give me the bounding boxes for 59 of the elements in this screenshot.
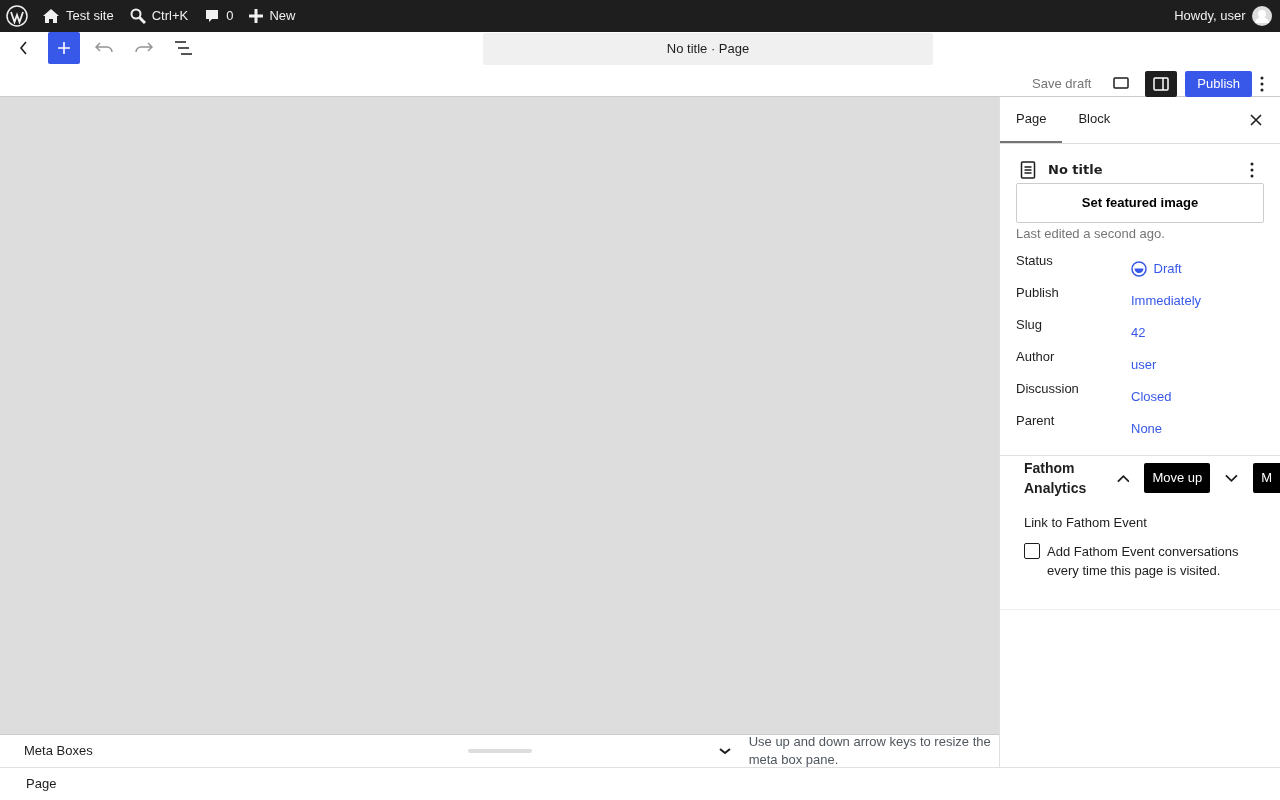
field-value-link[interactable]: user <box>1131 355 1157 375</box>
breadcrumb[interactable]: Page <box>26 773 57 794</box>
last-edited-text: Last edited a second ago. <box>1016 224 1166 243</box>
document-title-bar[interactable]: No title · Page <box>483 33 933 65</box>
search-shortcut[interactable]: Ctrl+K <box>151 6 189 26</box>
list-icon <box>174 41 194 55</box>
field-label: Slug <box>1016 316 1044 334</box>
chevron-up-icon[interactable] <box>1116 473 1130 483</box>
plus-icon <box>249 9 264 23</box>
field-value-link[interactable]: Immediately <box>1131 291 1202 311</box>
sidebar-icon <box>1153 77 1170 91</box>
comment-count[interactable]: 0 <box>226 6 234 26</box>
checkbox-label: Add Fathom Event conversations every time this page is visited. <box>1047 542 1240 580</box>
more-options-icon[interactable] <box>1250 161 1254 178</box>
more-options-icon[interactable] <box>1260 76 1264 92</box>
set-featured-image-button[interactable]: Set featured image <box>1016 182 1264 223</box>
field-label: Link to Fathom Event <box>1024 514 1148 532</box>
sidebar-tab[interactable]: Block <box>1062 97 1127 143</box>
field-label: Discussion <box>1016 380 1080 398</box>
chevron-left-icon <box>19 41 29 55</box>
field-value-link[interactable]: Closed <box>1131 387 1172 407</box>
field-label: Publish <box>1016 284 1060 302</box>
chevron-down-icon[interactable] <box>1225 473 1239 483</box>
tooltip: Move up <box>1144 463 1211 493</box>
page-title: No title <box>1048 161 1103 179</box>
new-link[interactable]: New <box>269 6 296 26</box>
tooltip: M <box>1253 463 1280 493</box>
meta-boxes-title: Meta Boxes <box>24 742 93 761</box>
meta-box-title: Fathom Analytics <box>1024 459 1088 498</box>
redo-icon <box>135 42 153 54</box>
sidebar-tab[interactable]: Page <box>1000 97 1063 143</box>
close-icon <box>1250 114 1262 126</box>
plus-icon <box>57 41 71 55</box>
home-icon <box>42 8 60 24</box>
draft-status-icon <box>1131 261 1147 277</box>
search-icon <box>129 8 146 24</box>
site-link[interactable]: Test site <box>66 6 114 26</box>
checkbox[interactable] <box>1024 542 1040 559</box>
resize-handle[interactable] <box>467 749 532 753</box>
wordpress-logo-icon[interactable] <box>6 5 28 27</box>
field-label: Parent <box>1016 412 1056 430</box>
field-value-link[interactable]: 42 <box>1131 323 1146 343</box>
document-title: No title · Page <box>666 40 750 59</box>
desktop-icon <box>1113 77 1130 91</box>
avatar-icon[interactable] <box>1252 6 1272 26</box>
field-label: Status <box>1016 252 1054 270</box>
add-block-button[interactable] <box>48 32 80 64</box>
resize-hint: Use up and down arrow keys to resize the meta box pane. <box>748 733 992 769</box>
comment-icon <box>204 8 221 24</box>
field-label: Author <box>1016 348 1056 366</box>
field-value-link[interactable]: Draft <box>1153 259 1182 279</box>
publish-button[interactable]: Publish <box>1185 71 1252 97</box>
greeting[interactable]: Howdy, user <box>1174 6 1246 26</box>
save-draft-button[interactable]: Save draft <box>1026 74 1098 94</box>
undo-icon <box>95 42 113 54</box>
settings-toggle-button[interactable] <box>1145 71 1178 97</box>
page-icon <box>1020 160 1036 179</box>
field-value-link[interactable]: None <box>1131 419 1163 439</box>
chevron-down-icon[interactable] <box>718 747 731 755</box>
